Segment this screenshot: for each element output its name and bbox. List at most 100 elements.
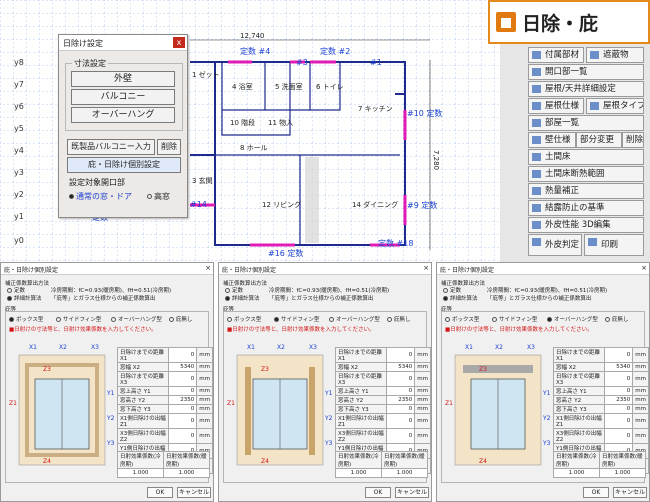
- tool-button[interactable]: 削除: [622, 132, 644, 148]
- ok-button[interactable]: OK: [365, 487, 391, 498]
- close-icon[interactable]: x: [173, 37, 185, 48]
- overhang-button[interactable]: オーバーハング: [71, 107, 175, 123]
- eave-type-radio[interactable]: ボックス型: [9, 315, 43, 323]
- tool-button[interactable]: 遮蔽物: [586, 47, 644, 63]
- eave-type-radio[interactable]: ボックス型: [227, 315, 261, 323]
- window-tag[interactable]: 定数 #4: [240, 46, 270, 57]
- close-icon[interactable]: ×: [641, 264, 647, 272]
- tool-button[interactable]: 壁仕様: [528, 132, 576, 148]
- value-input[interactable]: 0: [386, 386, 416, 396]
- value-input[interactable]: 0: [386, 347, 416, 363]
- value-input[interactable]: 0: [604, 347, 634, 363]
- radio-detail[interactable]: 詳細計算法: [443, 294, 478, 302]
- value-input[interactable]: 0: [604, 413, 634, 429]
- value-input[interactable]: 2350: [168, 395, 198, 405]
- cancel-button[interactable]: キャンセル: [177, 487, 211, 498]
- tool-button[interactable]: 開口部一覧: [528, 64, 644, 80]
- close-icon[interactable]: ×: [205, 264, 211, 272]
- sunshade-icon: [496, 12, 516, 32]
- tool-label: 土間床: [545, 152, 571, 162]
- coef-heat-input[interactable]: 1.000: [381, 468, 428, 478]
- tool-button[interactable]: 部屋一覧: [528, 115, 644, 131]
- value-input[interactable]: 0: [386, 428, 416, 444]
- value-input[interactable]: 0: [386, 404, 416, 414]
- window-tag[interactable]: #9 定数: [407, 200, 437, 211]
- eave-type-radio[interactable]: ボックス型: [445, 315, 479, 323]
- tool-button[interactable]: 外皮判定: [528, 234, 582, 256]
- value-input[interactable]: 5340: [604, 362, 634, 372]
- balcony-button[interactable]: バルコニー: [71, 89, 175, 105]
- print-button[interactable]: 印刷: [584, 234, 644, 256]
- value-input[interactable]: 0: [168, 404, 198, 414]
- tool-button[interactable]: 屋根/天井詳細設定: [528, 81, 644, 97]
- value-input[interactable]: 0: [604, 386, 634, 396]
- value-input[interactable]: 5340: [168, 362, 198, 372]
- radio-detail[interactable]: 詳細計算法: [7, 294, 42, 302]
- eave-type-radio[interactable]: 庇無し: [605, 315, 629, 323]
- value-input[interactable]: 0: [168, 428, 198, 444]
- individual-setting-button[interactable]: 庇・日除け個別設定: [67, 157, 181, 173]
- table-row: 窓上高さ Y1 0 mm: [116, 386, 213, 396]
- radio-fixed[interactable]: 定数: [7, 286, 25, 294]
- ready-balcony-button[interactable]: 既製品バルコニー入力: [67, 139, 155, 155]
- eave-type-radio[interactable]: 庇無し: [387, 315, 411, 323]
- window-tag[interactable]: #1: [370, 58, 382, 67]
- radio-fixed[interactable]: 定数: [443, 286, 461, 294]
- radio-selected-icon: [443, 296, 448, 301]
- svg-text:X1: X1: [465, 344, 473, 351]
- delete-button[interactable]: 削除: [157, 139, 181, 155]
- window-tag[interactable]: #3: [296, 58, 308, 67]
- tool-button[interactable]: 部分変更: [576, 132, 622, 148]
- value-input[interactable]: 0: [168, 371, 198, 387]
- ok-button[interactable]: OK: [147, 487, 173, 498]
- coef-cool-input[interactable]: 1.000: [117, 468, 164, 478]
- tool-button[interactable]: 結露防止の基準: [528, 200, 644, 216]
- close-icon[interactable]: ×: [423, 264, 429, 272]
- tool-button[interactable]: 土間床断熱範囲: [528, 166, 644, 182]
- tool-button[interactable]: 外皮性能 3D編集: [528, 217, 644, 233]
- eave-type-radio[interactable]: サイドフィン型: [274, 315, 319, 323]
- cancel-button[interactable]: キャンセル: [613, 487, 647, 498]
- value-input[interactable]: 0: [386, 413, 416, 429]
- eave-type-radio[interactable]: サイドフィン型: [56, 315, 101, 323]
- value-input[interactable]: 0: [168, 347, 198, 363]
- window-tag[interactable]: 定数 #18: [378, 238, 413, 249]
- svg-text:X3: X3: [91, 344, 99, 351]
- window-tag[interactable]: #10 定数: [407, 108, 442, 119]
- tool-button[interactable]: 屋根タイプ: [586, 98, 644, 114]
- eave-type-radio[interactable]: サイドフィン型: [492, 315, 537, 323]
- coef-heat-input[interactable]: 1.000: [163, 468, 210, 478]
- value-input[interactable]: 0: [386, 371, 416, 387]
- cancel-button[interactable]: キャンセル: [395, 487, 429, 498]
- eave-type-radio[interactable]: オーバーハング型: [111, 315, 162, 323]
- eave-type-radio[interactable]: オーバーハング型: [329, 315, 380, 323]
- radio-detail[interactable]: 詳細計算法: [225, 294, 260, 302]
- radio-high-window[interactable]: 高窓: [147, 191, 170, 202]
- window-tag[interactable]: 定数 #2: [320, 46, 350, 57]
- window-tag[interactable]: #16 定数: [268, 248, 303, 259]
- outer-wall-button[interactable]: 外壁: [71, 71, 175, 87]
- value-input[interactable]: 0: [604, 371, 634, 387]
- value-input[interactable]: 0: [604, 404, 634, 414]
- value-input[interactable]: 5340: [386, 362, 416, 372]
- value-input[interactable]: 2350: [604, 395, 634, 405]
- ok-button[interactable]: OK: [583, 487, 609, 498]
- tool-button[interactable]: 土間床: [528, 149, 644, 165]
- coef-cool-input[interactable]: 1.000: [335, 468, 382, 478]
- value-input[interactable]: 2350: [386, 395, 416, 405]
- tool-button[interactable]: 屋根仕様: [528, 98, 584, 114]
- radio-normal-window[interactable]: 通常の窓・ドア: [69, 191, 132, 202]
- value-input[interactable]: 0: [168, 386, 198, 396]
- tool-button[interactable]: 熱量補正: [528, 183, 644, 199]
- window-tag[interactable]: #14: [190, 200, 207, 209]
- value-input[interactable]: 0: [168, 413, 198, 429]
- tool-button[interactable]: 付属部材: [528, 47, 584, 63]
- y-axis-label: y4: [14, 146, 24, 155]
- coef-cool-input[interactable]: 1.000: [553, 468, 600, 478]
- coef-heat-input[interactable]: 1.000: [599, 468, 646, 478]
- value-input[interactable]: 0: [604, 428, 634, 444]
- radio-fixed[interactable]: 定数: [225, 286, 243, 294]
- room-label: 7 キッチン: [358, 105, 393, 113]
- eave-type-radio[interactable]: オーバーハング型: [547, 315, 598, 323]
- eave-type-radio[interactable]: 庇無し: [169, 315, 193, 323]
